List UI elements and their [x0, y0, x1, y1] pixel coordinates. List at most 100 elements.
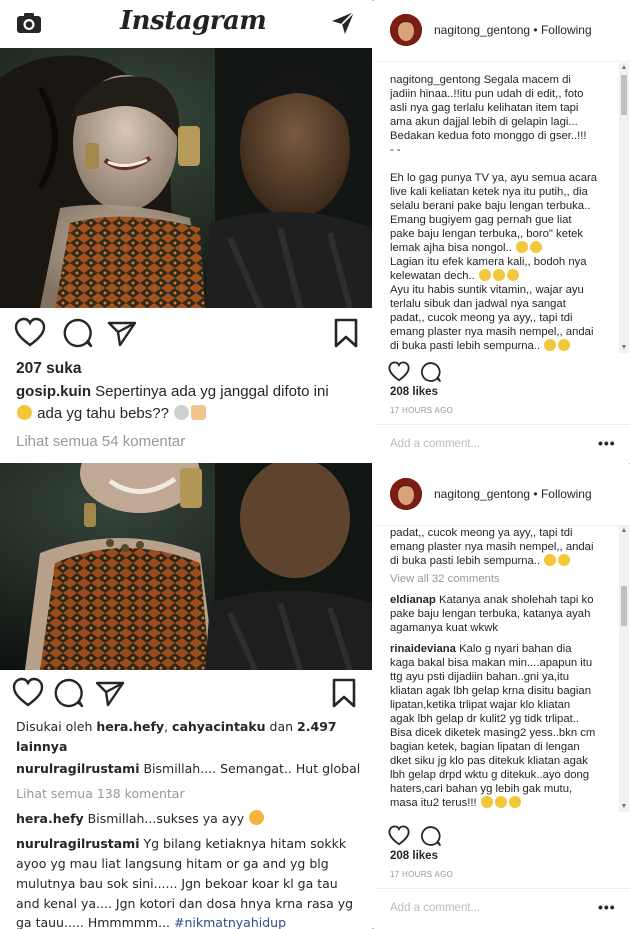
add-comment-input[interactable]: Add a comment...	[390, 438, 480, 450]
post-detail-panel: nagitong_gentong • Following nagitong_ge…	[374, 0, 630, 463]
post-caption: gosip.kuin Sepertinya ada yg janggal dif…	[16, 381, 361, 402]
comment-1: hera.hefy Bismillah...sukses ya ayy	[16, 808, 361, 829]
caption-line-text: di buka pasti lebih sempurna..	[390, 340, 541, 352]
scrollbar-thumb[interactable]	[621, 586, 627, 626]
view-all-comments-link[interactable]: Lihat semua 54 komentar	[16, 431, 361, 452]
avatar[interactable]	[390, 478, 422, 510]
comment-bubble-icon[interactable]	[420, 361, 442, 383]
caption-line: Lagian itu efek kamera kali,, bodoh nya	[390, 256, 587, 268]
more-options-icon[interactable]: •••	[598, 899, 616, 915]
caption-line: jadiin hinaa..!!itu pun udah di edit,, f…	[390, 88, 584, 100]
post-timestamp[interactable]: 17 HOURS AGO	[390, 406, 453, 415]
caption-line: - -	[390, 144, 401, 156]
post-detail-actions	[374, 359, 630, 385]
bookmark-icon[interactable]	[328, 677, 360, 709]
victory-hand-emoji-icon	[191, 405, 207, 420]
comment-bubble-icon[interactable]	[420, 825, 442, 847]
liked-by-prefix: Disukai oleh	[16, 719, 97, 734]
post-actions	[0, 314, 372, 354]
caption-line: emang plaster nya masih nempel,, andai	[390, 541, 594, 553]
caption-scrollbar[interactable]: ▲ ▼	[619, 63, 629, 353]
comment-username[interactable]: rinaideviana	[390, 643, 456, 655]
post-photo[interactable]	[0, 48, 372, 308]
like-heart-icon[interactable]	[12, 677, 44, 709]
grimace-emoji-icon	[515, 241, 528, 253]
scroll-up-arrow-icon[interactable]: ▲	[620, 64, 628, 72]
post-timestamp[interactable]: 17 HOURS AGO	[390, 870, 453, 879]
comment-line: Bisa dicek diketek masing2 yess..bkn cm	[390, 727, 596, 739]
caption-line	[390, 157, 622, 171]
follow-status[interactable]: Following	[541, 23, 592, 37]
author-username[interactable]: nagitong_gentong	[434, 487, 530, 501]
comments-scrollbar[interactable]: ▲ ▼	[619, 526, 629, 812]
instagram-logo: Instagram	[120, 6, 267, 36]
hashtag-link[interactable]: #nikmatnyahidup	[174, 915, 286, 929]
caption-username-2[interactable]: nurulragilrustami	[16, 761, 140, 776]
comment-bubble-icon[interactable]	[62, 317, 94, 349]
caption-text: Sepertinya ada yg janggal difoto ini	[91, 383, 329, 400]
smile-emoji-icon	[544, 554, 557, 566]
like-heart-icon[interactable]	[388, 361, 410, 383]
post-detail-header-2: nagitong_gentong • Following	[374, 464, 630, 526]
scrollbar-thumb[interactable]	[621, 75, 627, 115]
liked-by-line: Disukai oleh hera.hefy, cahyacintaku dan…	[16, 716, 361, 737]
bookmark-icon[interactable]	[330, 317, 362, 349]
liked-by-user-1[interactable]: hera.hefy	[96, 719, 164, 734]
caption-line: selalu berani pake baju lengan terbuka..	[390, 200, 591, 212]
likes-count[interactable]: 208 likes	[390, 850, 438, 862]
scroll-up-arrow-icon[interactable]: ▲	[620, 527, 628, 535]
comment-2-line-5: ga tauu..... Hmmmmm... #nikmatnyahidup	[16, 912, 361, 929]
view-all-comments-link[interactable]: View all 32 comments	[390, 572, 622, 586]
comment-line: dket siku jg klo pas ditekuk kliatan aga…	[390, 755, 588, 767]
comment-line: kliatan agak lbh gelap krna disitu bagia…	[390, 685, 591, 697]
scroll-down-arrow-icon[interactable]: ▼	[620, 344, 628, 352]
like-heart-icon[interactable]	[14, 317, 46, 349]
comment-text: Kalo g nyari bahan dia	[455, 643, 572, 655]
post-caption-2: nurulragilrustami Bismillah.... Semangat…	[16, 758, 361, 779]
grimace-emoji-icon	[492, 269, 505, 281]
share-send-icon[interactable]	[94, 677, 126, 709]
cat-emoji-icon	[174, 405, 190, 420]
thinking-emoji-icon	[17, 405, 32, 420]
post-likes-count[interactable]: 207 suka	[16, 358, 361, 379]
caption-line: lemak ajha bisa nongol..	[390, 241, 622, 255]
caption-line: Bedakan kedua foto monggo di gser..!!!	[390, 130, 587, 142]
more-options-icon[interactable]: •••	[598, 435, 616, 451]
comment-text: Katanya anak sholehah tapi ko	[435, 594, 594, 606]
like-heart-icon[interactable]	[388, 825, 410, 847]
comment-2-line-3: mulutnya bau sok sini...... Jgn bekoar k…	[16, 876, 338, 891]
add-comment-bar: Add a comment... •••	[374, 888, 630, 928]
comment-2-username[interactable]: nurulragilrustami	[16, 836, 140, 851]
liked-by-suffix[interactable]: lainnya	[16, 736, 361, 757]
post-photo-2[interactable]	[0, 463, 372, 670]
author-username[interactable]: nagitong_gentong	[434, 23, 530, 37]
caption-line-text: lemak ajha bisa nongol..	[390, 242, 512, 254]
grimace-emoji-icon	[508, 796, 521, 808]
camera-icon[interactable]	[16, 11, 42, 35]
share-send-icon[interactable]	[106, 317, 138, 349]
comment-line: bagian ketek, bagian lipatan di lengan	[390, 741, 580, 753]
liked-by-user-2[interactable]: cahyacintaku	[172, 719, 266, 734]
direct-message-icon[interactable]	[330, 10, 356, 36]
caption-line: padat,, cucok meong ya ayy,, tapi tdi	[390, 312, 573, 324]
view-all-comments-link-2[interactable]: Lihat semua 138 komentar	[16, 783, 361, 804]
follow-separator: •	[530, 23, 541, 37]
comment-bubble-icon[interactable]	[53, 677, 85, 709]
caption-scroll-area[interactable]: nagitong_gentong Segala macem di jadiin …	[390, 73, 622, 355]
avatar[interactable]	[390, 14, 422, 46]
caption-username[interactable]: gosip.kuin	[16, 383, 91, 400]
likes-count[interactable]: 208 likes	[390, 386, 438, 398]
add-comment-input[interactable]: Add a comment...	[390, 902, 480, 914]
scroll-down-arrow-icon[interactable]: ▼	[620, 803, 628, 811]
comment-1-username[interactable]: hera.hefy	[16, 811, 84, 826]
instagram-app-view: Instagram 207 suka gosip.kuin Sepertinya…	[0, 0, 372, 929]
grimace-emoji-icon	[478, 269, 491, 281]
caption-text-2b: Bismillah.... Semangat.. Hut global	[139, 761, 361, 776]
liked-by-count[interactable]: 2.497	[297, 719, 337, 734]
caption-line: kelewatan dech..	[390, 269, 622, 283]
follow-status[interactable]: Following	[541, 487, 592, 501]
comment-line: masa itu2 terus!!!	[390, 796, 622, 808]
comment-username[interactable]: eldianap	[390, 594, 436, 606]
caption-line: nagitong_gentong Segala macem di	[390, 74, 571, 86]
comments-scroll-area[interactable]: padat,, cucok meong ya ayy,, tapi tdi em…	[390, 526, 622, 808]
